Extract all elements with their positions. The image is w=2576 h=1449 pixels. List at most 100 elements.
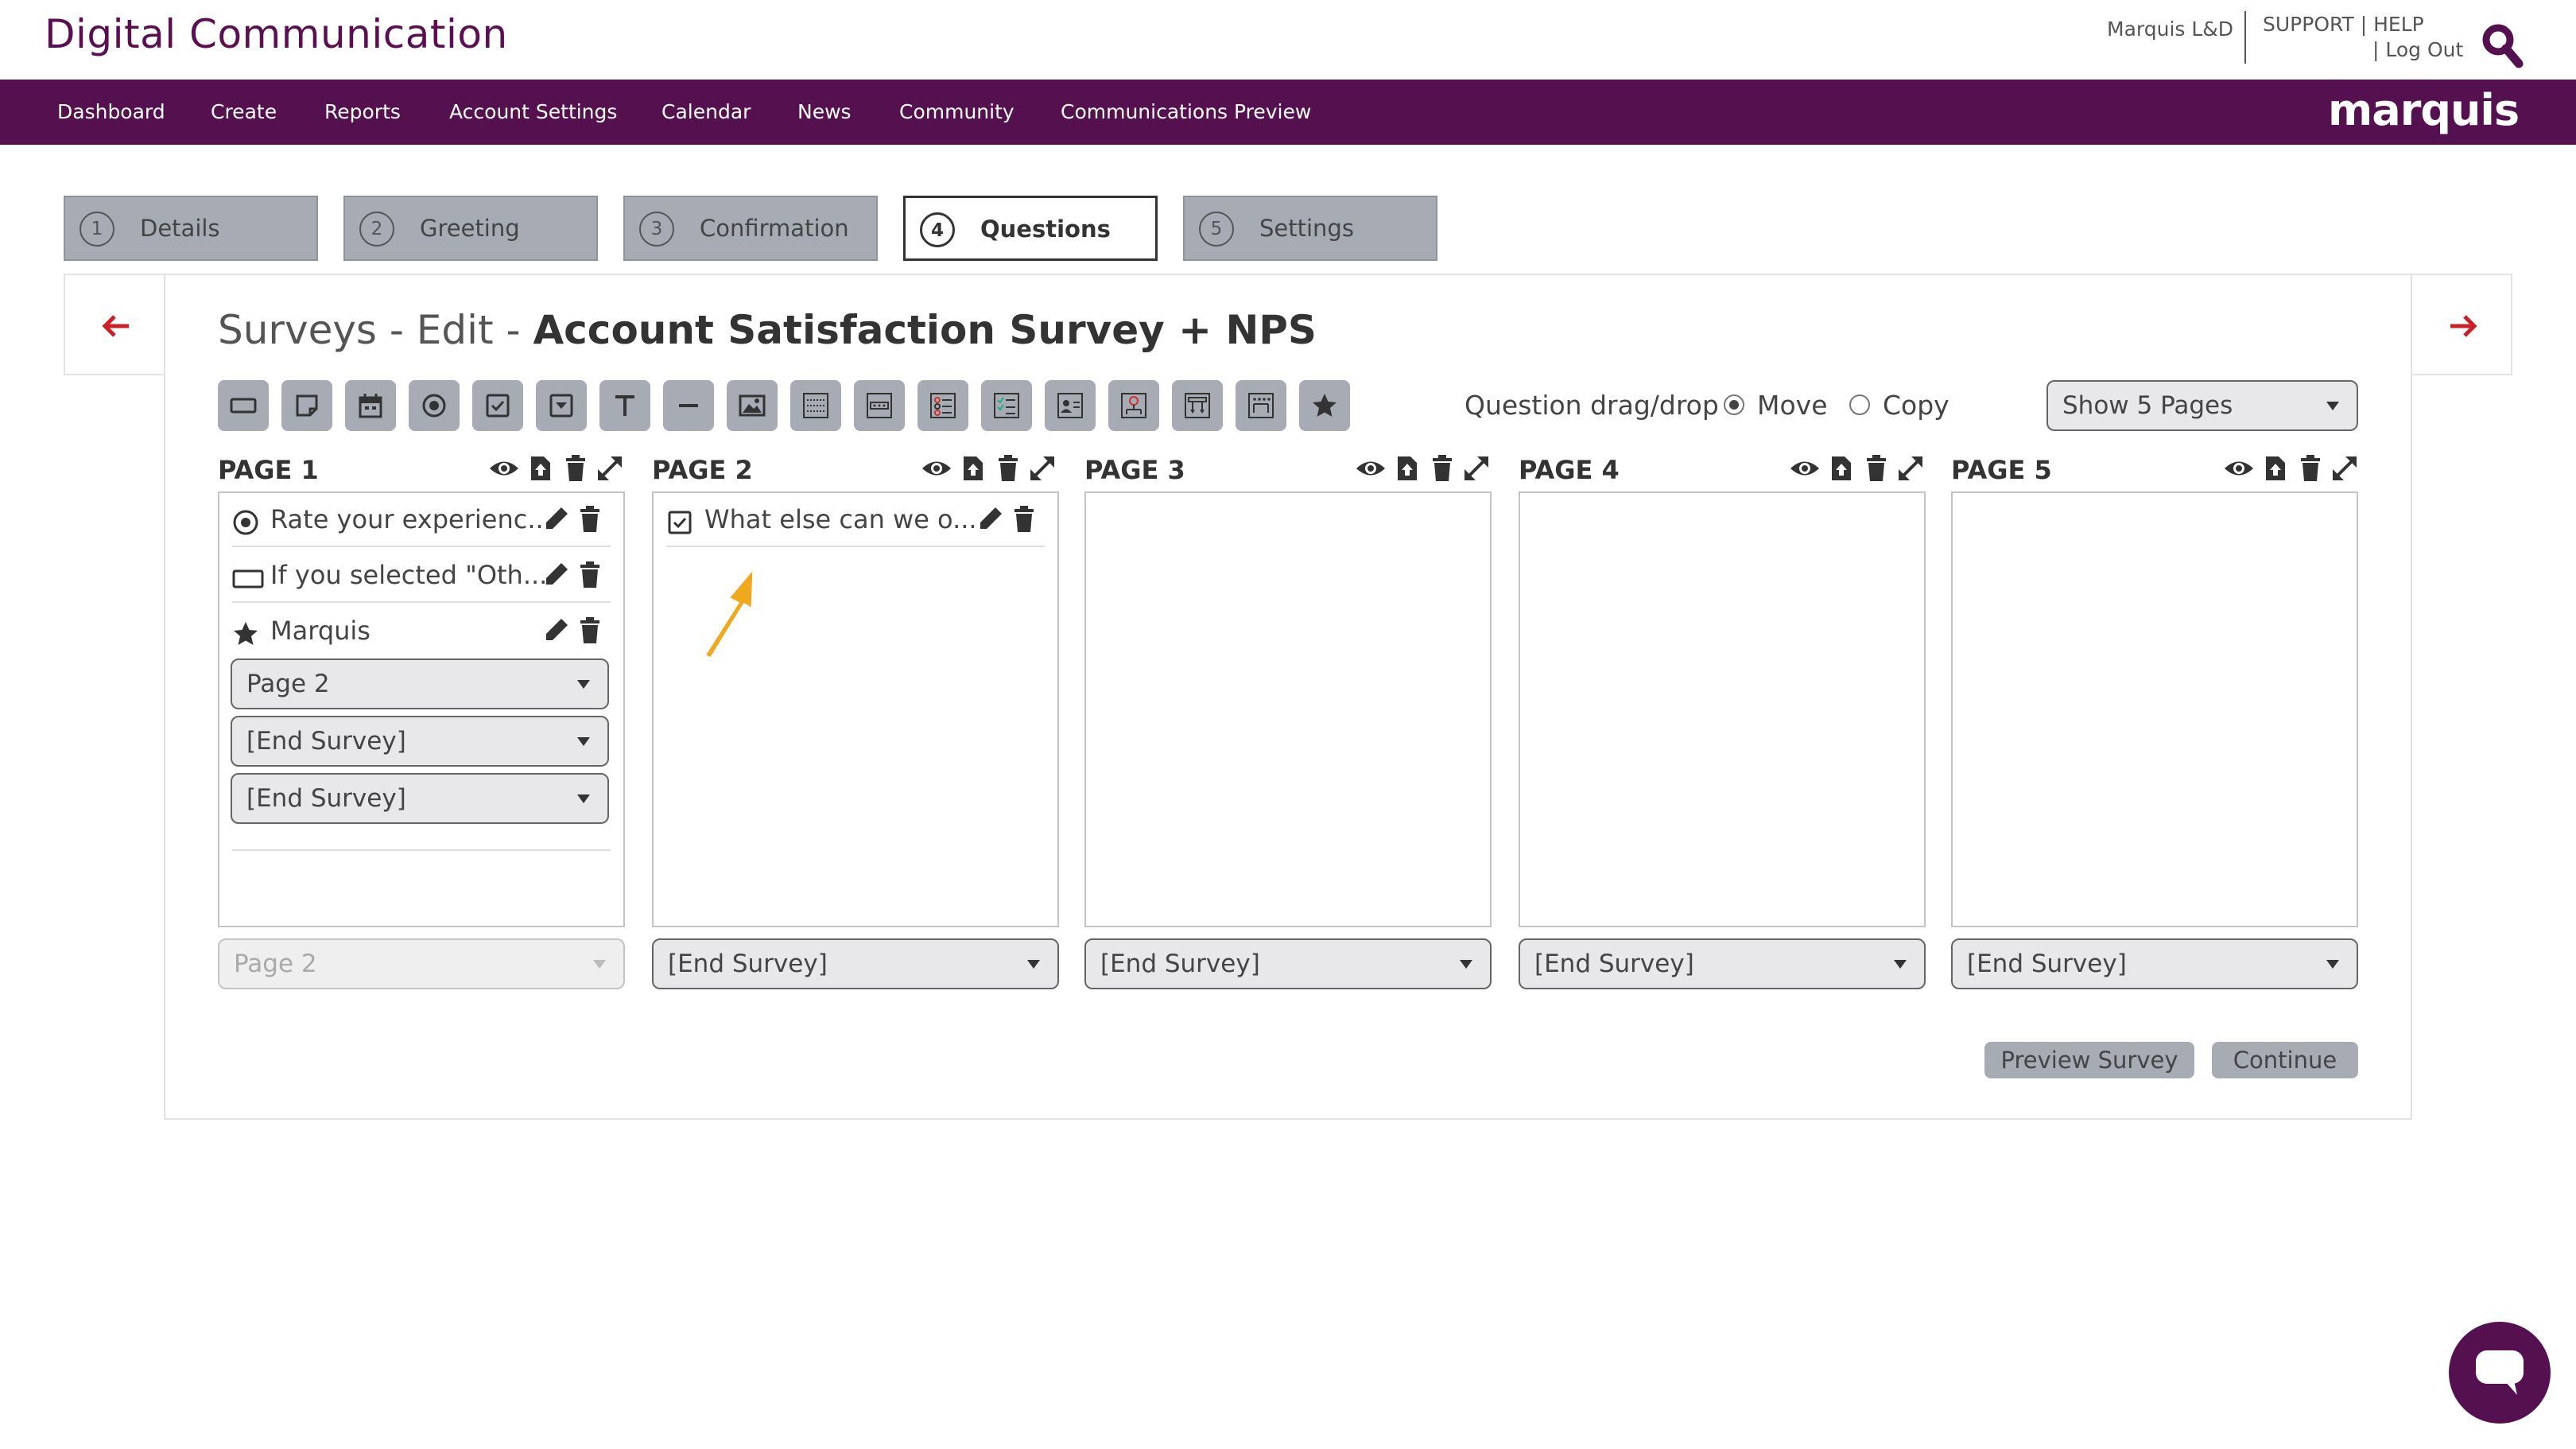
move-label: Move — [1757, 390, 1828, 421]
dots-layout-tool[interactable] — [1236, 380, 1286, 431]
eye-icon[interactable] — [1789, 455, 1821, 482]
nav-communications-preview[interactable]: Communications Preview — [1061, 100, 1311, 123]
chevron-down-icon — [2326, 402, 2339, 410]
matrix-check-icon — [994, 393, 1019, 418]
drag-drop-label: Question drag/drop — [1465, 390, 1719, 421]
dots-grid-icon — [867, 393, 892, 418]
page-2-dropzone[interactable]: What else can we o... — [652, 491, 1059, 927]
upload-page-icon[interactable] — [962, 455, 984, 482]
previous-step-button[interactable] — [64, 274, 165, 375]
nav-news[interactable]: News — [797, 100, 852, 123]
step-greeting[interactable]: 2 Greeting — [343, 196, 598, 261]
user-name[interactable]: Marquis L&D — [2107, 17, 2233, 41]
question-text: What else can we o... — [704, 504, 977, 534]
expand-icon[interactable] — [1897, 455, 1924, 482]
move-radio[interactable] — [1724, 394, 1744, 415]
trash-icon[interactable] — [2299, 455, 2322, 482]
grid-tool[interactable] — [790, 380, 841, 431]
page-3-next-select[interactable]: [End Survey] — [1084, 938, 1492, 989]
preview-survey-button[interactable]: Preview Survey — [1984, 1042, 2194, 1078]
page-4-dropzone[interactable] — [1519, 491, 1926, 927]
expand-icon[interactable] — [596, 455, 623, 482]
pencil-icon[interactable] — [544, 617, 569, 643]
copy-label: Copy — [1883, 390, 1949, 421]
app-brand[interactable]: Digital Communication — [45, 11, 508, 57]
expand-icon[interactable] — [1463, 455, 1490, 482]
trash-icon[interactable] — [1865, 455, 1887, 482]
trash-icon[interactable] — [564, 455, 587, 482]
branch-select[interactable]: Page 2 — [231, 658, 609, 709]
nav-community[interactable]: Community — [899, 100, 1014, 123]
divider-tool[interactable] — [663, 380, 714, 431]
expand-icon[interactable] — [2331, 455, 2358, 482]
dropdown-tool[interactable] — [536, 380, 587, 431]
step-details[interactable]: 1 Details — [64, 196, 318, 261]
eye-icon[interactable] — [1355, 455, 1387, 482]
checkbox-tool[interactable] — [472, 380, 523, 431]
support-help-links[interactable]: SUPPORT | HELP — [2263, 13, 2424, 36]
pencil-icon[interactable] — [544, 506, 569, 531]
text-tool[interactable] — [599, 380, 650, 431]
step-questions[interactable]: 4 Questions — [903, 196, 1158, 261]
date-tool[interactable] — [345, 380, 396, 431]
matrix-check-tool[interactable] — [981, 380, 1032, 431]
text-box-tool[interactable] — [218, 380, 269, 431]
page-2-next-select[interactable]: [End Survey] — [652, 938, 1059, 989]
trash-icon[interactable] — [997, 455, 1019, 482]
dots-grid-tool[interactable] — [854, 380, 905, 431]
chevron-down-icon — [1894, 960, 1907, 969]
chat-button[interactable] — [2449, 1322, 2551, 1424]
page-1-dropzone[interactable]: Rate your experienc... If you selected "… — [218, 491, 625, 927]
star-rating-tool[interactable] — [1299, 380, 1350, 431]
trash-icon[interactable] — [1431, 455, 1453, 482]
question-row[interactable]: Rate your experienc... — [232, 493, 611, 547]
trash-icon[interactable] — [579, 561, 601, 589]
pencil-icon[interactable] — [544, 561, 569, 587]
next-step-button[interactable] — [2411, 274, 2512, 375]
branch-select[interactable]: [End Survey] — [231, 716, 609, 767]
branch-select[interactable]: [End Survey] — [231, 773, 609, 824]
upload-page-icon[interactable] — [2264, 455, 2287, 482]
continue-button[interactable]: Continue — [2212, 1042, 2358, 1078]
image-tool[interactable] — [727, 380, 778, 431]
nav-create[interactable]: Create — [211, 100, 277, 123]
nav-dashboard[interactable]: Dashboard — [57, 100, 165, 123]
trash-icon[interactable] — [579, 506, 601, 533]
question-row[interactable]: What else can we o... — [666, 493, 1045, 547]
eye-icon[interactable] — [2223, 455, 2255, 482]
trash-icon[interactable] — [579, 617, 601, 644]
question-row[interactable]: If you selected "Oth... — [232, 549, 611, 603]
show-pages-select[interactable]: Show 5 Pages — [2046, 380, 2358, 431]
page-5-next-select[interactable]: [End Survey] — [1951, 938, 2358, 989]
page-title: Surveys - Edit - Account Satisfaction Su… — [218, 307, 1317, 353]
ranking-tool[interactable] — [1172, 380, 1223, 431]
trash-icon[interactable] — [1013, 506, 1035, 533]
address-tool[interactable] — [1108, 380, 1159, 431]
nav-reports[interactable]: Reports — [324, 100, 401, 123]
upload-page-icon[interactable] — [1830, 455, 1852, 482]
pencil-icon[interactable] — [978, 506, 1003, 531]
copy-radio[interactable] — [1849, 394, 1870, 415]
nav-calendar[interactable]: Calendar — [661, 100, 751, 123]
eye-icon[interactable] — [921, 455, 952, 482]
page-3-dropzone[interactable] — [1084, 491, 1492, 927]
upload-page-icon[interactable] — [530, 455, 552, 482]
page-4-next-select[interactable]: [End Survey] — [1519, 938, 1926, 989]
note-tool[interactable] — [281, 380, 332, 431]
page-5-dropzone[interactable] — [1951, 491, 2358, 927]
search-icon[interactable] — [2481, 22, 2524, 68]
chevron-down-icon — [2326, 960, 2339, 969]
upload-page-icon[interactable] — [1396, 455, 1418, 482]
step-settings[interactable]: 5 Settings — [1183, 196, 1437, 261]
matrix-radio-tool[interactable] — [918, 380, 968, 431]
expand-icon[interactable] — [1029, 455, 1056, 482]
eye-icon[interactable] — [488, 455, 520, 482]
contact-tool[interactable] — [1045, 380, 1096, 431]
step-confirmation[interactable]: 3 Confirmation — [623, 196, 878, 261]
radio-tool[interactable] — [409, 380, 460, 431]
step-label: Settings — [1259, 215, 1354, 242]
nav-account-settings[interactable]: Account Settings — [449, 100, 617, 123]
logout-link[interactable]: | Log Out — [2372, 38, 2463, 61]
text-box-icon — [230, 398, 257, 414]
chat-icon — [2476, 1350, 2524, 1395]
